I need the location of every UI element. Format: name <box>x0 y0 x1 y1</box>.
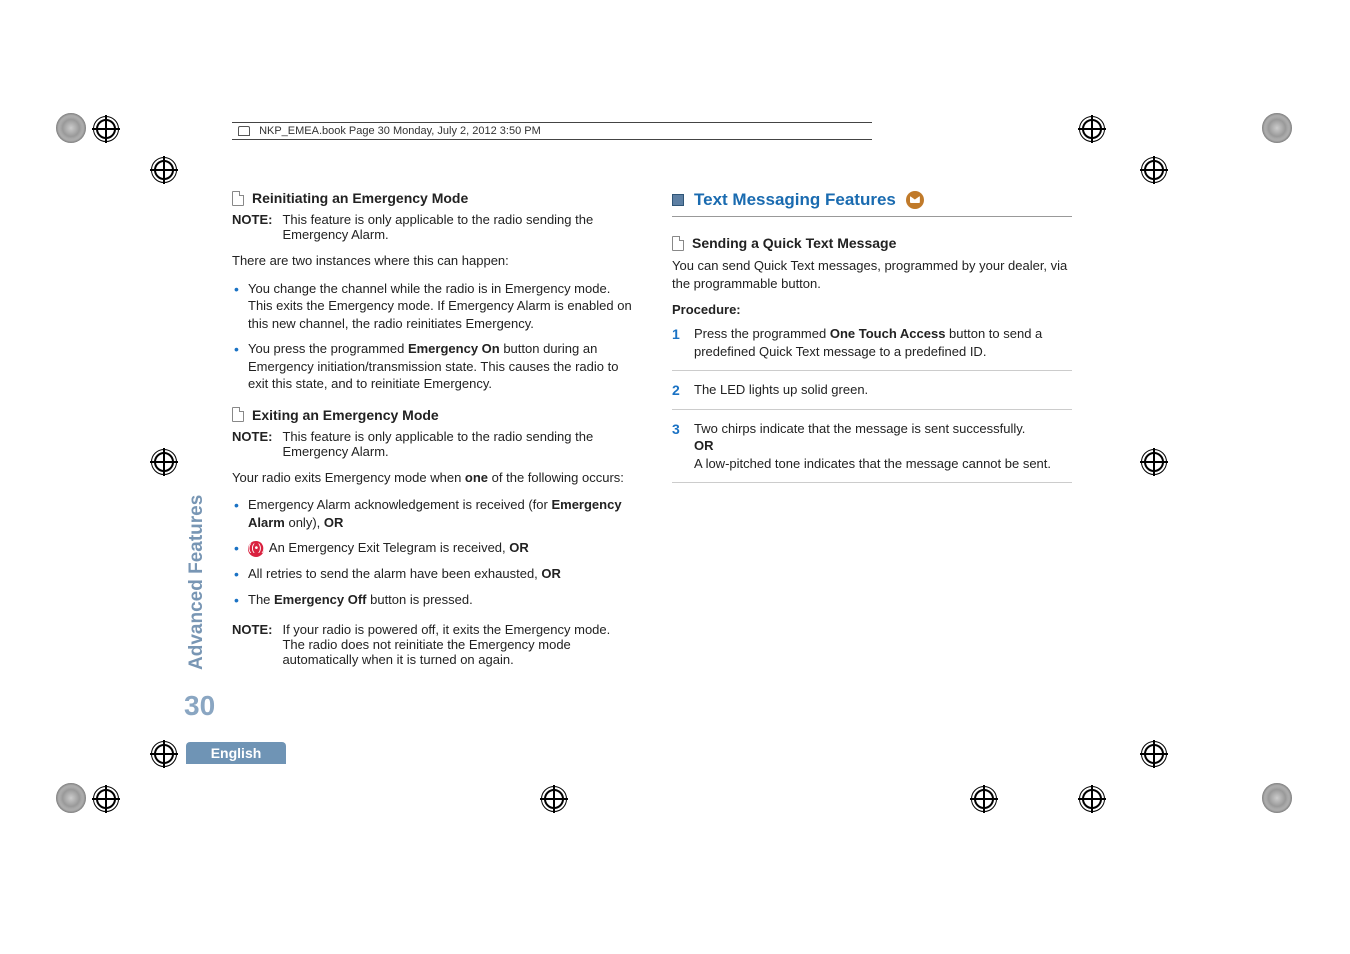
crosshair-mark <box>1078 785 1106 813</box>
steps-list: Press the programmed One Touch Access bu… <box>672 325 1072 483</box>
crosshair-mark <box>150 156 178 184</box>
subheading-quicktext: Sending a Quick Text Message <box>672 235 1072 251</box>
crosshair-mark <box>1140 448 1168 476</box>
note-row: NOTE: If your radio is powered off, it e… <box>232 622 632 667</box>
right-column: Text Messaging Features Sending a Quick … <box>672 190 1072 677</box>
crosshair-mark <box>92 785 120 813</box>
list-item: You press the programmed Emergency On bu… <box>232 340 632 393</box>
list-item: Emergency Alarm acknowledgement is recei… <box>232 496 632 531</box>
note-row: NOTE: This feature is only applicable to… <box>232 212 632 242</box>
note-text: This feature is only applicable to the r… <box>282 212 632 242</box>
section-heading-text: Text Messaging Features <box>694 190 896 210</box>
subheading-text: Exiting an Emergency Mode <box>252 407 439 423</box>
bullet-list: Emergency Alarm acknowledgement is recei… <box>232 496 632 608</box>
crosshair-mark <box>970 785 998 813</box>
registration-mark <box>56 783 86 813</box>
note-text: If your radio is powered off, it exits t… <box>282 622 632 667</box>
page-header: NKP_EMEA.book Page 30 Monday, July 2, 20… <box>232 122 872 140</box>
note-label: NOTE: <box>232 622 272 667</box>
crosshair-mark <box>1140 740 1168 768</box>
left-column: Reinitiating an Emergency Mode NOTE: Thi… <box>232 190 632 677</box>
message-icon <box>906 191 924 209</box>
note-label: NOTE: <box>232 212 272 242</box>
crosshair-mark <box>1140 156 1168 184</box>
crosshair-mark <box>540 785 568 813</box>
list-item: You change the channel while the radio i… <box>232 280 632 333</box>
list-item: All retries to send the alarm have been … <box>232 565 632 583</box>
registration-mark <box>1262 783 1292 813</box>
content-area: Reinitiating an Emergency Mode NOTE: Thi… <box>232 190 1087 677</box>
square-bullet-icon <box>672 194 684 206</box>
page-header-text: NKP_EMEA.book Page 30 Monday, July 2, 20… <box>259 125 541 137</box>
document-icon <box>232 407 244 422</box>
document-icon <box>672 236 684 251</box>
list-item: Two chirps indicate that the message is … <box>672 420 1072 484</box>
procedure-label: Procedure: <box>672 302 1072 317</box>
list-item: The LED lights up solid green. <box>672 381 1072 410</box>
crosshair-mark <box>92 115 120 143</box>
crosshair-mark <box>150 448 178 476</box>
paragraph: There are two instances where this can h… <box>232 252 632 270</box>
crosshair-mark <box>1078 115 1106 143</box>
antenna-icon: ((•)) <box>248 541 264 557</box>
subheading-reinitiating: Reinitiating an Emergency Mode <box>232 190 632 206</box>
crosshair-mark <box>150 740 178 768</box>
page-number: 30 <box>184 690 215 722</box>
bullet-list: You change the channel while the radio i… <box>232 280 632 393</box>
paragraph: Your radio exits Emergency mode when one… <box>232 469 632 487</box>
language-tab: English <box>186 742 286 764</box>
list-item: ((•)) An Emergency Exit Telegram is rece… <box>232 539 632 557</box>
paragraph: You can send Quick Text messages, progra… <box>672 257 1072 292</box>
section-heading: Text Messaging Features <box>672 190 1072 217</box>
note-label: NOTE: <box>232 429 272 459</box>
book-icon <box>238 126 250 136</box>
registration-mark <box>56 113 86 143</box>
side-tab: Advanced Features <box>184 470 210 670</box>
subheading-text: Sending a Quick Text Message <box>692 235 896 251</box>
list-item: Press the programmed One Touch Access bu… <box>672 325 1072 371</box>
registration-mark <box>1262 113 1292 143</box>
list-item: The Emergency Off button is pressed. <box>232 591 632 609</box>
note-text: This feature is only applicable to the r… <box>282 429 632 459</box>
note-row: NOTE: This feature is only applicable to… <box>232 429 632 459</box>
subheading-exiting: Exiting an Emergency Mode <box>232 407 632 423</box>
subheading-text: Reinitiating an Emergency Mode <box>252 190 468 206</box>
document-icon <box>232 191 244 206</box>
